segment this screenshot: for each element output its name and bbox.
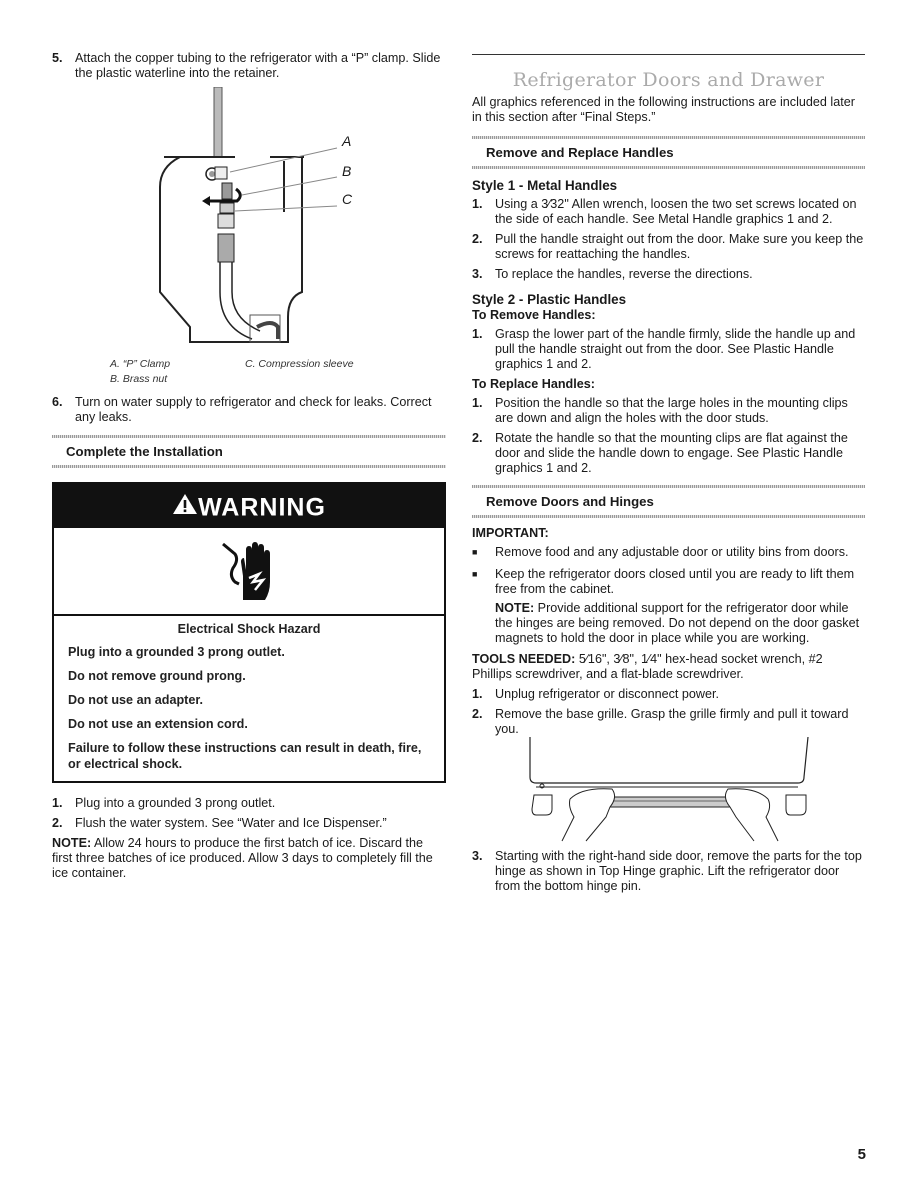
door-support-note: NOTE: Provide additional support for the… xyxy=(495,601,865,646)
caption-c: C. Compression sleeve xyxy=(245,358,354,370)
step-number: 5. xyxy=(52,51,63,65)
door-step-3: 3. Starting with the right-hand side doo… xyxy=(472,849,865,894)
step-5: 5. Attach the copper tubing to the refri… xyxy=(52,51,446,81)
right-column: Refrigerator Doors and Drawer All graphi… xyxy=(472,0,865,899)
warning-title: WARNING xyxy=(198,493,326,522)
step-text: Flush the water system. See “Water and I… xyxy=(75,816,387,830)
warning-body: Electrical Shock Hazard Plug into a grou… xyxy=(54,616,444,781)
step-6: 6. Turn on water supply to refrigerator … xyxy=(52,395,446,425)
step-text: Remove the base grille. Grasp the grille… xyxy=(495,707,849,736)
section-heading-doors-hinges: Remove Doors and Hinges xyxy=(486,494,654,509)
step-text: Plug into a grounded 3 prong outlet. xyxy=(75,796,276,810)
step-number: 1. xyxy=(52,796,63,810)
warning-header: WARNING xyxy=(54,484,444,528)
remove-handle-step: 1. Grasp the lower part of the handle fi… xyxy=(472,327,865,372)
step-number: 6. xyxy=(52,395,63,409)
step-number: 3. xyxy=(472,849,483,863)
step-number: 2. xyxy=(52,816,63,830)
step-text: To replace the handles, reverse the dire… xyxy=(495,267,753,281)
base-grille-figure xyxy=(502,736,865,849)
step-text: Turn on water supply to refrigerator and… xyxy=(75,395,432,424)
step-text: Using a 3⁄32" Allen wrench, loosen the t… xyxy=(495,197,857,226)
page-number: 5 xyxy=(857,1146,866,1163)
warning-line: Failure to follow these instructions can… xyxy=(68,741,422,771)
section-divider xyxy=(472,515,865,518)
note-label: NOTE: xyxy=(52,836,92,850)
step-number: 1. xyxy=(472,197,483,211)
door-step: 1. Unplug refrigerator or disconnect pow… xyxy=(472,687,865,702)
replace-handle-step: 2. Rotate the handle so that the mountin… xyxy=(472,431,865,476)
replace-handle-step: 1. Position the handle so that the large… xyxy=(472,396,865,426)
bullet-square-icon: ■ xyxy=(472,569,478,579)
caption-a: A. “P” Clamp xyxy=(110,358,171,370)
bullet-text: Keep the refrigerator doors closed until… xyxy=(495,567,855,596)
step-text: Unplug refrigerator or disconnect power. xyxy=(495,687,720,701)
tools-needed: TOOLS NEEDED: 5⁄16", 3⁄8", 1⁄4" hex-head… xyxy=(472,652,865,682)
replace-handles-heading: To Replace Handles: xyxy=(472,377,595,391)
step-number: 2. xyxy=(472,232,483,246)
p-clamp-diagram xyxy=(159,86,338,343)
note-label: NOTE: xyxy=(495,601,535,615)
style1-step: 1. Using a 3⁄32" Allen wrench, loosen th… xyxy=(472,197,865,227)
step-number: 1. xyxy=(472,327,483,341)
step-number: 1. xyxy=(472,396,483,410)
step-1: 1. Plug into a grounded 3 prong outlet. xyxy=(52,796,446,811)
page-section-title: Refrigerator Doors and Drawer xyxy=(512,69,825,91)
ice-note: NOTE: Allow 24 hours to produce the firs… xyxy=(52,836,446,881)
style1-heading: Style 1 - Metal Handles xyxy=(472,178,618,193)
bullet-text: Remove food and any adjustable door or u… xyxy=(495,545,849,559)
important-bullet: ■ Keep the refrigerator doors closed unt… xyxy=(472,567,865,597)
warning-line: Do not use an extension cord. xyxy=(68,717,248,731)
base-grille-diagram xyxy=(529,736,809,842)
step-text: Grasp the lower part of the handle firml… xyxy=(495,327,856,371)
intro-text: All graphics referenced in the following… xyxy=(472,95,855,124)
figure-captions: A. “P” Clamp B. Brass nut C. Compression… xyxy=(110,357,446,387)
warning-line: Do not remove ground prong. xyxy=(68,669,246,683)
step-number: 2. xyxy=(472,431,483,445)
door-step: 2. Remove the base grille. Grasp the gri… xyxy=(472,707,865,737)
warning-triangle-icon xyxy=(172,485,198,529)
section-heading-handles: Remove and Replace Handles xyxy=(486,145,674,160)
step-2: 2. Flush the water system. See “Water an… xyxy=(52,816,446,831)
step-number: 3. xyxy=(472,267,483,281)
callout-c: C xyxy=(342,191,353,207)
step-text: Starting with the right-hand side door, … xyxy=(495,849,862,893)
step-number: 2. xyxy=(472,707,483,721)
style1-step: 3. To replace the handles, reverse the d… xyxy=(472,267,865,282)
hazard-title: Electrical Shock Hazard xyxy=(177,622,321,636)
section-heading-complete-installation: Complete the Installation xyxy=(66,444,223,459)
caption-b: B. Brass nut xyxy=(110,373,168,385)
style2-heading: Style 2 - Plastic Handles xyxy=(472,292,627,307)
step-text: Attach the copper tubing to the refriger… xyxy=(75,51,441,80)
section-divider xyxy=(472,166,865,169)
callout-b: B xyxy=(342,163,352,179)
step-text: Position the handle so that the large ho… xyxy=(495,396,848,425)
electrical-shock-icon xyxy=(54,528,444,616)
left-column: 5. Attach the copper tubing to the refri… xyxy=(52,0,446,881)
callout-a: A xyxy=(342,133,352,149)
important-label: IMPORTANT: xyxy=(472,526,549,540)
important-bullet: ■ Remove food and any adjustable door or… xyxy=(472,545,865,560)
style1-step: 2. Pull the handle straight out from the… xyxy=(472,232,865,262)
warning-line: Do not use an adapter. xyxy=(68,693,204,707)
tools-label: TOOLS NEEDED: xyxy=(472,652,576,666)
warning-line: Plug into a grounded 3 prong outlet. xyxy=(68,645,285,659)
remove-handles-heading: To Remove Handles: xyxy=(472,308,596,322)
bullet-square-icon: ■ xyxy=(472,547,478,557)
top-rule xyxy=(472,54,865,55)
section-divider xyxy=(52,465,446,468)
step-text: Rotate the handle so that the mounting c… xyxy=(495,431,848,475)
note-text: Provide additional support for the refri… xyxy=(495,601,860,645)
step-number: 1. xyxy=(472,687,483,701)
step-text: Pull the handle straight out from the do… xyxy=(495,232,864,261)
water-line-figure: A B C xyxy=(52,86,446,357)
note-text: Allow 24 hours to produce the first batc… xyxy=(52,836,433,880)
warning-box: WARNING Electrical Shock Hazard Plug int… xyxy=(52,482,446,783)
